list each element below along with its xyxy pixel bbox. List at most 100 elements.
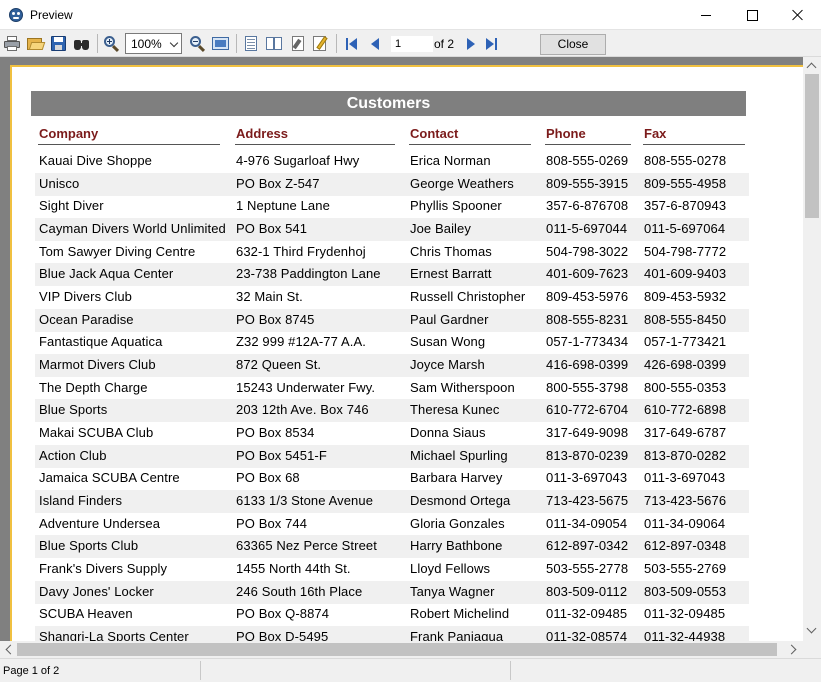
maximize-button[interactable]	[729, 0, 775, 30]
cell-address: 32 Main St.	[236, 289, 303, 305]
vertical-scroll-thumb[interactable]	[805, 74, 819, 218]
table-row: Island Finders 6133 1/3 Stone Avenue Desmo…	[35, 490, 749, 514]
cell-address: PO Box 5451-F	[236, 447, 327, 463]
cell-company: Unisco	[39, 175, 80, 191]
previous-page-icon[interactable]	[370, 38, 382, 50]
table-row: Frank's Divers Supply 1455 North 44th St.…	[35, 558, 749, 581]
cell-fax: 357-6-870943	[644, 198, 727, 214]
vertical-scrollbar[interactable]	[803, 57, 821, 641]
table-row: Sight Diver 1 Neptune Lane Phyllis Spooner…	[35, 195, 749, 218]
horizontal-scroll-thumb[interactable]	[17, 643, 777, 656]
table-row: Blue Sports 203 12th Ave. Box 746 Theresa …	[35, 399, 749, 423]
zoom-select[interactable]: 100%	[125, 33, 182, 54]
cell-fax: 011-5-697064	[644, 221, 726, 236]
last-page-icon[interactable]	[486, 38, 498, 50]
cell-address: 1 Neptune Lane	[236, 198, 330, 214]
page-setup-icon[interactable]	[289, 35, 307, 52]
fit-page-icon[interactable]	[212, 35, 230, 52]
close-button[interactable]: Close	[540, 34, 606, 55]
cell-address: PO Box 744	[236, 515, 308, 531]
cell-fax: 011-32-44938	[644, 629, 726, 641]
cell-address: PO Box Q-8874	[236, 606, 330, 622]
status-bar: Page 1 of 2	[0, 658, 821, 682]
cell-phone: 803-509-0112	[546, 583, 628, 599]
cell-phone: 401-609-7623	[546, 266, 629, 282]
cell-phone: 357-6-876708	[546, 198, 629, 214]
cell-company: Jamaica SCUBA Centre	[39, 470, 180, 486]
table-row: Marmot Divers Club 872 Queen St. Joyce Mar…	[35, 354, 749, 378]
cell-fax: 057-1-773421	[644, 334, 727, 350]
cell-contact: Desmond Ortega	[410, 493, 511, 509]
cell-phone: 057-1-773434	[546, 334, 629, 350]
cell-fax: 808-555-8450	[644, 311, 727, 327]
cell-address: 6133 1/3 Stone Avenue	[236, 493, 374, 509]
header-underline	[235, 144, 395, 145]
scroll-down-icon[interactable]	[806, 623, 817, 634]
cell-fax: 503-555-2769	[644, 561, 727, 577]
cell-phone: 317-649-9098	[546, 425, 629, 441]
cell-company: Kauai Dive Shoppe	[39, 153, 152, 168]
cell-fax: 800-555-0353	[644, 379, 727, 395]
cell-phone: 808-555-8231	[546, 311, 629, 327]
cell-phone: 809-453-5976	[546, 289, 629, 305]
cell-company: Ocean Paradise	[39, 311, 134, 327]
edit-icon[interactable]	[312, 35, 330, 52]
table-row: Davy Jones' Locker 246 South 16th Place Ta…	[35, 580, 749, 604]
find-binoculars-icon[interactable]	[73, 35, 91, 52]
cell-company: Blue Jack Aqua Center	[39, 266, 174, 282]
horizontal-scrollbar[interactable]	[0, 641, 803, 658]
column-header-contact: Contact	[410, 126, 459, 141]
print-icon[interactable]	[4, 35, 22, 52]
cell-phone: 713-423-5675	[546, 493, 629, 509]
cell-address: 246 South 16th Place	[236, 583, 363, 599]
column-header-phone: Phone	[546, 126, 586, 141]
app-icon	[9, 8, 23, 22]
scroll-right-icon[interactable]	[786, 644, 797, 655]
cell-fax: 809-453-5932	[644, 289, 727, 305]
two-pages-icon[interactable]	[266, 35, 284, 52]
cell-company: Marmot Divers Club	[39, 357, 156, 373]
page-number-input[interactable]	[391, 36, 433, 52]
cell-phone: 011-32-09485	[546, 606, 628, 622]
column-header-address: Address	[236, 126, 289, 141]
cell-address: 632-1 Third Frydenhoj	[236, 243, 366, 259]
cell-company: Frank's Divers Supply	[39, 561, 168, 577]
header-underline	[38, 144, 220, 145]
cell-contact: Michael Spurling	[410, 447, 508, 463]
cell-phone: 800-555-3798	[546, 379, 629, 395]
zoom-out-icon[interactable]	[189, 35, 207, 53]
table-row: Cayman Divers World Unlimited PO Box 541 J…	[35, 218, 749, 241]
first-page-icon[interactable]	[346, 38, 358, 50]
cell-fax: 713-423-5676	[644, 493, 727, 509]
save-icon[interactable]	[50, 35, 68, 52]
scroll-left-icon[interactable]	[5, 644, 16, 655]
close-window-button[interactable]	[775, 0, 821, 30]
table-row: Unisco PO Box Z-547 George Weathers 809-555…	[35, 172, 749, 196]
table-row: Action Club PO Box 5451-F Michael Spurling…	[35, 444, 749, 468]
report-page: Customers Company Address Contact Phone …	[10, 65, 803, 641]
toolbar-separator	[236, 34, 237, 53]
cell-contact: Gloria Gonzales	[410, 515, 505, 531]
single-page-icon[interactable]	[243, 35, 261, 52]
scroll-up-icon[interactable]	[806, 62, 817, 73]
cell-contact: Erica Norman	[410, 153, 491, 168]
window-title: Preview	[30, 8, 73, 22]
cell-address: 15243 Underwater Fwy.	[236, 379, 376, 395]
zoom-in-icon[interactable]	[103, 35, 121, 53]
cell-contact: Susan Wong	[410, 334, 486, 350]
cell-fax: 011-3-697043	[644, 470, 726, 486]
cell-address: PO Box 8745	[236, 311, 315, 327]
cell-contact: Ernest Barratt	[410, 266, 492, 282]
cell-company: VIP Divers Club	[39, 289, 133, 305]
cell-fax: 426-698-0399	[644, 357, 727, 373]
cell-phone: 503-555-2778	[546, 561, 629, 577]
cell-phone: 612-897-0342	[546, 538, 629, 554]
title-bar: Preview	[0, 0, 821, 30]
status-page-text: Page 1 of 2	[3, 665, 60, 677]
cell-phone: 809-555-3915	[546, 175, 629, 191]
minimize-button[interactable]	[683, 0, 729, 30]
table-row: Kauai Dive Shoppe 4-976 Sugarloaf Hwy Eric…	[35, 150, 749, 173]
next-page-icon[interactable]	[465, 38, 477, 50]
column-header-fax: Fax	[644, 126, 667, 141]
open-folder-icon[interactable]	[27, 35, 46, 52]
